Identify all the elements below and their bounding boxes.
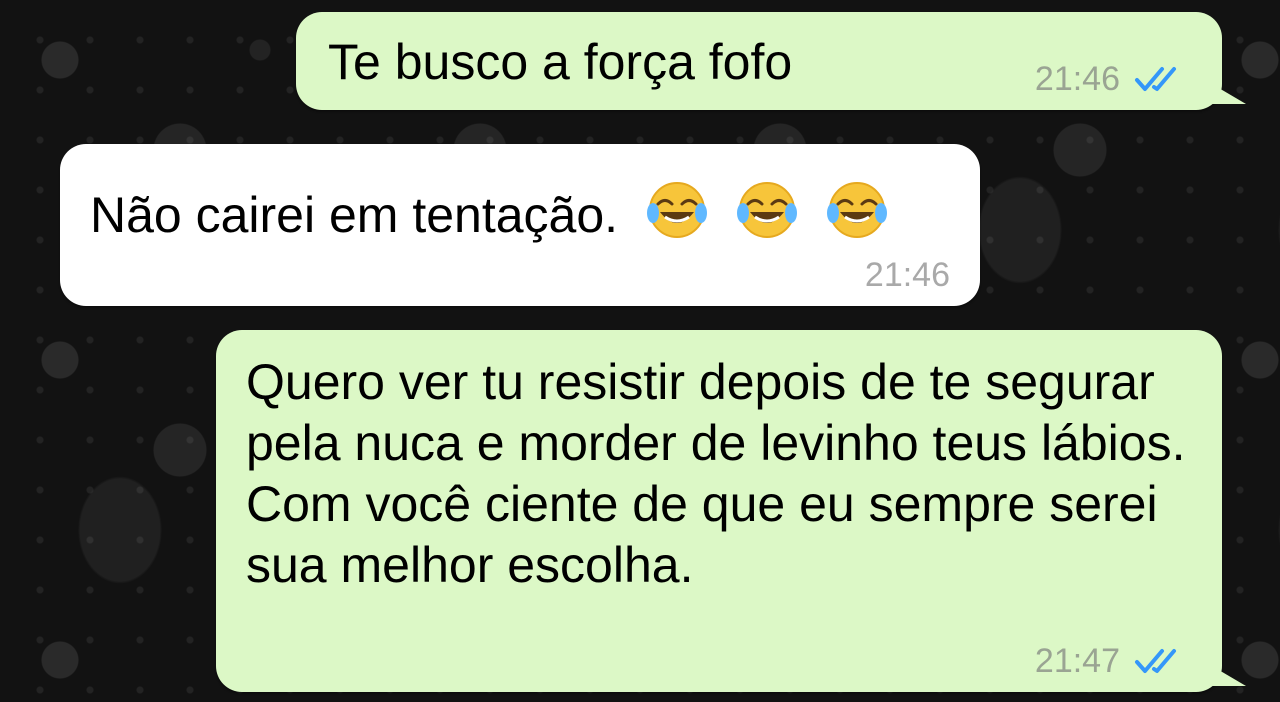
double-check-icon xyxy=(1135,67,1176,92)
message-meta: 21:46 xyxy=(865,255,950,296)
message-text: Não cairei em tentação. xyxy=(90,179,950,246)
message-time: 21:47 xyxy=(1034,641,1120,680)
outgoing-message-bubble[interactable]: Quero ver tu resistir depois de te segur… xyxy=(216,330,1246,692)
face-with-tears-of-joy-icon xyxy=(646,182,707,238)
message-meta: 21:47 xyxy=(1035,641,1192,682)
message-meta: 21:46 xyxy=(1035,59,1192,100)
incoming-message-bubble[interactable]: Não cairei em tentação. 21:46 xyxy=(60,144,980,306)
message-text: Quero ver tu resistir depois de te segur… xyxy=(246,354,1186,593)
face-with-tears-of-joy-icon xyxy=(826,182,887,238)
message-time: 21:46 xyxy=(1034,59,1120,98)
face-with-tears-of-joy-icon xyxy=(736,182,797,238)
bubble-tail xyxy=(1212,84,1246,104)
message-time: 21:46 xyxy=(864,255,950,294)
message-text-content: Não cairei em tentação. xyxy=(90,187,619,243)
double-check-icon xyxy=(1135,649,1176,674)
bubble-tail xyxy=(1212,666,1246,686)
outgoing-message-bubble[interactable]: Te busco a força fofo 21:46 xyxy=(296,12,1246,110)
